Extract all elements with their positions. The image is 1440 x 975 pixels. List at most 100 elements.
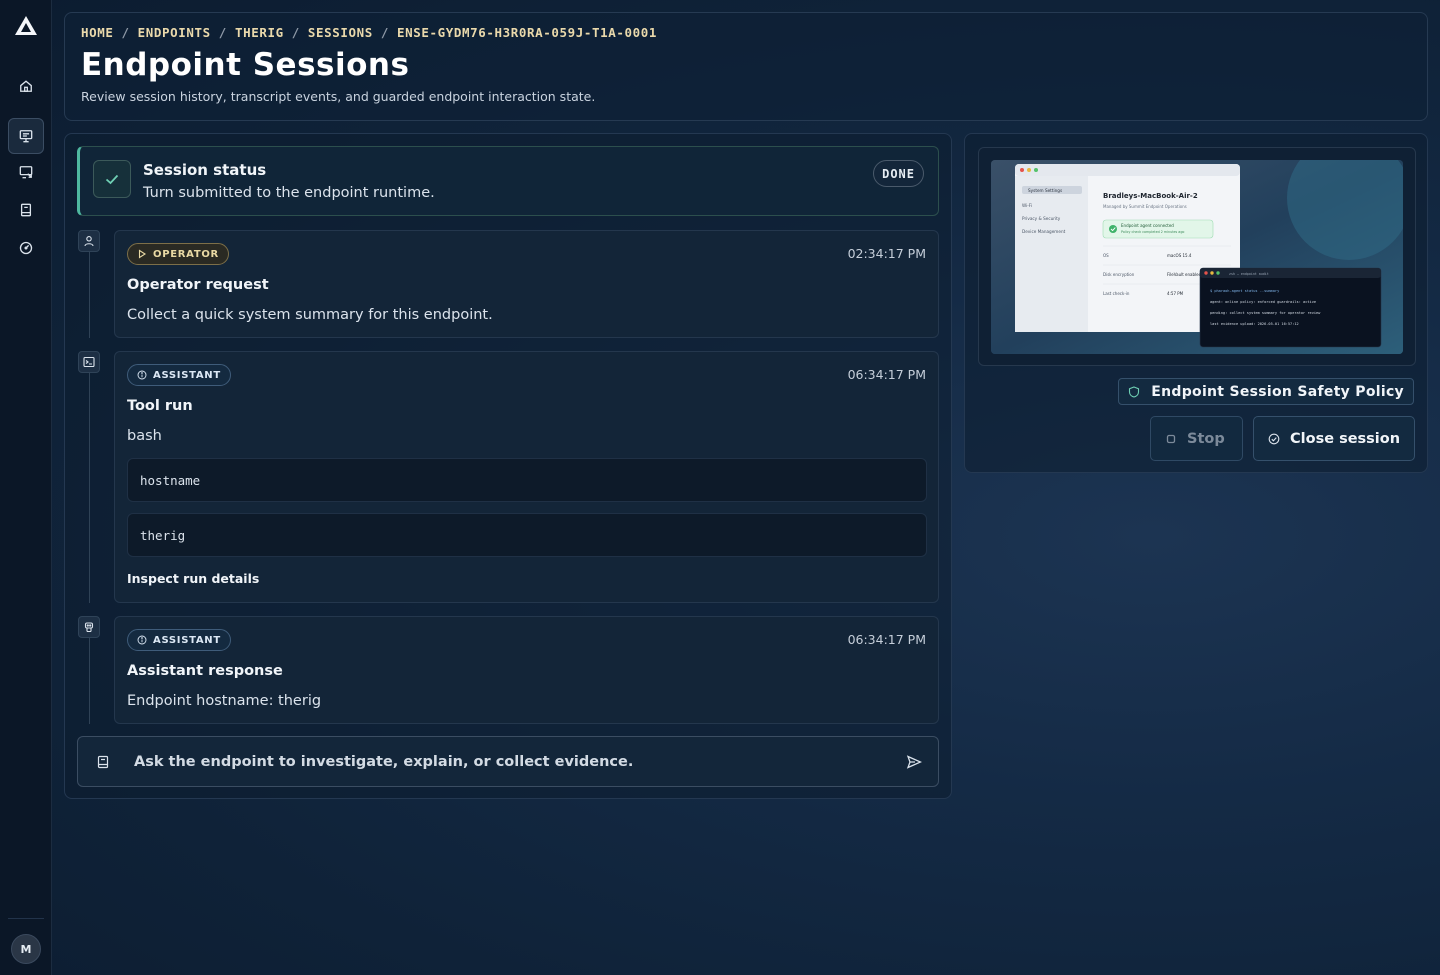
logo-icon — [15, 16, 37, 35]
check-circle-icon — [1268, 433, 1280, 444]
home-icon — [20, 80, 32, 92]
status-text: Turn submitted to the endpoint runtime. — [143, 185, 435, 201]
screenshot-frame: System Settings Wi-Fi Privacy & Security… — [978, 147, 1416, 366]
page-title: Endpoint Sessions — [81, 47, 410, 83]
stop-icon — [1166, 434, 1176, 443]
endpoint-preview-panel: System Settings Wi-Fi Privacy & Security… — [964, 133, 1428, 473]
composer-input[interactable] — [134, 749, 894, 775]
output-block: therig — [127, 513, 927, 557]
breadcrumb-home[interactable]: HOME — [81, 25, 114, 40]
endpoint-screenshot[interactable]: System Settings Wi-Fi Privacy & Security… — [991, 160, 1403, 354]
send-icon[interactable] — [906, 754, 922, 770]
message-timestamp: 06:34:17 PM — [847, 367, 926, 382]
tool-name: bash — [127, 428, 162, 444]
message-card-tool-run: ASSISTANT 06:34:17 PM Tool run bash host… — [114, 351, 939, 603]
message-timestamp: 02:34:17 PM — [847, 246, 926, 261]
breadcrumb: HOME / ENDPOINTS / THERIG / SESSIONS / E… — [81, 25, 1411, 40]
output-text: therig — [140, 527, 186, 543]
role-badge-assistant: ASSISTANT — [127, 629, 231, 651]
close-session-label: Close session — [1290, 430, 1401, 447]
preview-terminal-line: agent: online policy: enforced guardrail… — [1210, 300, 1316, 304]
timeline-line — [89, 252, 90, 338]
preview-managed-by: Managed by Summit Endpoint Operations — [1103, 204, 1187, 209]
command-block: hostname — [127, 458, 927, 502]
avatar-initial: M — [20, 942, 32, 956]
preview-agent-status: Endpoint agent connected — [1121, 223, 1174, 228]
preview-menu-item: Device Management — [1022, 229, 1066, 234]
status-badge: DONE — [873, 160, 924, 187]
page-subtitle: Review session history, transcript event… — [81, 89, 596, 104]
preview-terminal-line: pending: collect system summary for oper… — [1210, 311, 1321, 315]
timeline-line — [89, 638, 90, 724]
preview-row-value: macOS 15.4 — [1167, 253, 1192, 258]
status-title: Session status — [143, 161, 267, 179]
preview-row-key: OS — [1103, 253, 1109, 258]
message-body: Endpoint hostname: therig — [127, 693, 322, 709]
breadcrumb-separator: / — [291, 25, 300, 40]
breadcrumb-separator: / — [380, 25, 389, 40]
breadcrumb-sessions[interactable]: SESSIONS — [308, 25, 373, 40]
role-badge-operator: OPERATOR — [127, 243, 229, 265]
breadcrumb-separator: / — [218, 25, 227, 40]
user-icon — [78, 230, 100, 252]
command-text: hostname — [140, 472, 201, 488]
preview-device-name: Bradleys-MacBook-Air-2 — [1103, 192, 1198, 200]
info-icon — [137, 370, 147, 380]
preview-settings-title: System Settings — [1028, 188, 1062, 193]
role-label: ASSISTANT — [153, 634, 221, 646]
preview-terminal-line: last evidence upload: 2026-05-01 16:57:1… — [1210, 322, 1299, 326]
session-status-card: Session status Turn submitted to the end… — [77, 146, 939, 216]
message-title: Tool run — [127, 398, 193, 414]
preview-terminal-line: $ pharaoh-agent status --summary — [1210, 289, 1280, 293]
page-header: HOME / ENDPOINTS / THERIG / SESSIONS / E… — [64, 12, 1428, 121]
message-title: Assistant response — [127, 663, 283, 679]
timeline-line — [89, 373, 90, 603]
message-card-assistant: ASSISTANT 06:34:17 PM Assistant response… — [114, 616, 939, 724]
stop-label: Stop — [1187, 430, 1225, 447]
sidebar-item-endpoints[interactable] — [8, 118, 44, 154]
breadcrumb-therig[interactable]: THERIG — [235, 25, 284, 40]
sidebar-item-home[interactable] — [8, 68, 44, 104]
preview-terminal-title: zsh — endpoint audit — [1229, 272, 1269, 276]
safety-policy-label: Endpoint Session Safety Policy — [1151, 383, 1404, 400]
avatar[interactable]: M — [11, 934, 41, 964]
monitor-icon — [19, 130, 33, 143]
role-badge-assistant: ASSISTANT — [127, 364, 231, 386]
preview-row-key: Last check-in — [1103, 291, 1130, 296]
preview-row-value: FileVault enabled — [1167, 272, 1202, 277]
robot-icon — [78, 616, 100, 638]
preview-row-key: Disk encryption — [1103, 272, 1135, 277]
stop-button[interactable]: Stop — [1150, 416, 1243, 461]
preview-row-value: 4:57 PM — [1167, 291, 1184, 296]
shield-icon — [1129, 386, 1140, 398]
status-check-icon — [93, 160, 131, 198]
sidebar-item-remote[interactable] — [8, 154, 44, 190]
message-card-operator: OPERATOR 02:34:17 PM Operator request Co… — [114, 230, 939, 338]
breadcrumb-separator: / — [121, 25, 130, 40]
preview-menu-item: Wi-Fi — [1022, 203, 1032, 208]
book-icon — [20, 203, 32, 217]
message-title: Operator request — [127, 277, 269, 293]
preview-agent-sub: Policy check completed 2 minutes ago — [1121, 230, 1184, 234]
info-icon — [137, 635, 147, 645]
remote-screen-icon — [19, 166, 33, 179]
composer — [77, 736, 939, 787]
role-label: ASSISTANT — [153, 369, 221, 381]
play-icon — [138, 249, 147, 259]
message-body: Collect a quick system summary for this … — [127, 307, 493, 323]
inspect-run-details-link[interactable]: Inspect run details — [127, 571, 259, 586]
notebook-icon[interactable] — [96, 755, 110, 769]
sidebar-item-metrics[interactable] — [8, 230, 44, 266]
endpoint-screenshot-art: System Settings Wi-Fi Privacy & Security… — [991, 160, 1403, 354]
terminal-icon — [78, 351, 100, 373]
close-session-button[interactable]: Close session — [1253, 416, 1415, 461]
breadcrumb-session-id: ENSE-GYDM76-H3R0RA-059J-T1A-0001 — [397, 25, 658, 40]
sidebar-item-docs[interactable] — [8, 192, 44, 228]
gauge-icon — [19, 241, 33, 255]
preview-menu-item: Privacy & Security — [1022, 216, 1061, 221]
sidebar-divider — [8, 918, 44, 919]
role-label: OPERATOR — [153, 248, 219, 260]
message-timestamp: 06:34:17 PM — [847, 632, 926, 647]
safety-policy-button[interactable]: Endpoint Session Safety Policy — [1118, 378, 1414, 405]
breadcrumb-endpoints[interactable]: ENDPOINTS — [138, 25, 211, 40]
